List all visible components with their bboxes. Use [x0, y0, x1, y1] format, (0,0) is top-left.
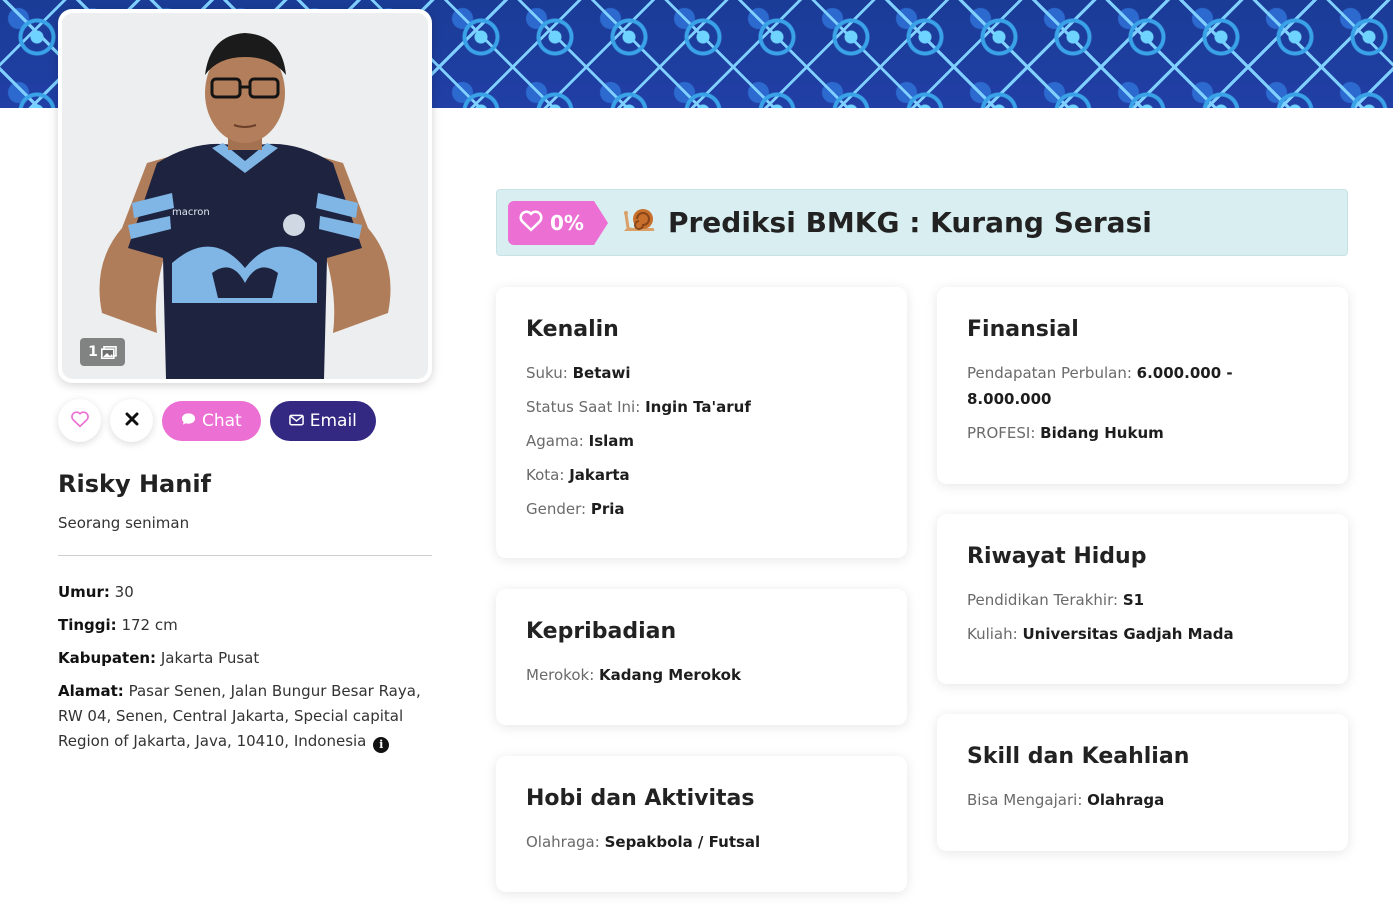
card-title: Riwayat Hidup [967, 544, 1147, 569]
match-badge: 0% [508, 200, 608, 245]
field-value: Ingin Ta'aruf [645, 398, 751, 416]
field-label: Olahraga: [526, 833, 600, 851]
field-value: Bidang Hukum [1040, 424, 1164, 442]
detail-height: Tinggi: 172 cm [58, 613, 438, 638]
field-pendapatan: Pendapatan Perbulan: 6.000.000 - 8.000.0… [967, 360, 1267, 412]
field-label: Merokok: [526, 666, 595, 684]
profile-tagline: Seorang seniman [58, 514, 190, 532]
card-title: Kenalin [526, 317, 619, 342]
photo-count: 1 [88, 344, 98, 360]
card-kenalin: Kenalin Suku: Betawi Status Saat Ini: In… [496, 287, 907, 558]
profile-name: Risky Hanif [58, 470, 211, 498]
heart-icon [70, 410, 90, 432]
detail-label: Umur: [58, 583, 110, 601]
detail-value: 30 [114, 583, 134, 601]
detail-age: Umur: 30 [58, 580, 438, 605]
card-title: Skill dan Keahlian [967, 744, 1190, 769]
field-merokok: Merokok: Kadang Merokok [526, 662, 877, 688]
card-hobi: Hobi dan Aktivitas Olahraga: Sepakbola /… [496, 756, 907, 892]
field-status: Status Saat Ini: Ingin Ta'aruf [526, 394, 877, 420]
divider [58, 555, 432, 556]
email-label: Email [309, 410, 357, 431]
card-title: Kepribadian [526, 619, 677, 644]
field-profesi: PROFESI: Bidang Hukum [967, 420, 1318, 446]
profile-photo[interactable]: macron 1 [62, 13, 428, 379]
like-button[interactable] [58, 399, 101, 442]
card-skill: Skill dan Keahlian Bisa Mengajari: Olahr… [937, 714, 1348, 851]
field-kuliah: Kuliah: Universitas Gadjah Mada [967, 621, 1318, 647]
field-pendidikan: Pendidikan Terakhir: S1 [967, 587, 1318, 613]
field-value: Olahraga [1087, 791, 1165, 809]
field-kota: Kota: Jakarta [526, 462, 877, 488]
field-gender: Gender: Pria [526, 496, 877, 522]
chat-icon [181, 411, 196, 431]
field-label: Suku: [526, 364, 568, 382]
detail-label: Kabupaten: [58, 649, 157, 667]
detail-address: Alamat: Pasar Senen, Jalan Bungur Besar … [58, 679, 438, 754]
detail-value: 172 cm [121, 616, 178, 634]
match-prediction-text: Prediksi BMKG : Kurang Serasi [667, 206, 1152, 239]
info-icon[interactable]: i [373, 736, 390, 753]
card-riwayat-hidup: Riwayat Hidup Pendidikan Terakhir: S1 Ku… [937, 514, 1348, 684]
field-value: Pria [590, 500, 625, 518]
field-label: PROFESI: [967, 424, 1036, 442]
field-mengajari: Bisa Mengajari: Olahraga [967, 787, 1318, 813]
card-kepribadian: Kepribadian Merokok: Kadang Merokok [496, 589, 907, 725]
detail-regency: Kabupaten: Jakarta Pusat [58, 646, 438, 671]
field-label: Gender: [526, 500, 587, 518]
card-finansial: Finansial Pendapatan Perbulan: 6.000.000… [937, 287, 1348, 484]
email-button[interactable]: Email [269, 400, 376, 441]
field-label: Status Saat Ini: [526, 398, 641, 416]
field-value: S1 [1122, 591, 1145, 609]
field-value: Betawi [572, 364, 631, 382]
svg-text:macron: macron [172, 207, 210, 218]
close-icon [125, 411, 139, 430]
photo-count-badge[interactable]: 1 [80, 338, 125, 366]
dismiss-button[interactable] [110, 399, 153, 442]
card-title: Finansial [967, 317, 1079, 342]
field-label: Kota: [526, 466, 565, 484]
field-value: Universitas Gadjah Mada [1022, 625, 1234, 643]
profile-actions: Chat Email [58, 399, 376, 442]
heart-icon [518, 209, 544, 237]
profile-photo-card[interactable]: macron 1 [58, 9, 432, 383]
match-percent: 0% [550, 210, 584, 235]
envelope-icon [288, 411, 304, 431]
field-label: Pendapatan Perbulan: [967, 364, 1132, 382]
gallery-icon [100, 345, 117, 359]
field-label: Bisa Mengajari: [967, 791, 1083, 809]
card-title: Hobi dan Aktivitas [526, 786, 755, 811]
field-value: Sepakbola / Futsal [604, 833, 761, 851]
detail-label: Tinggi: [58, 616, 117, 634]
field-label: Kuliah: [967, 625, 1018, 643]
match-prediction: Prediksi BMKG : Kurang Serasi [622, 204, 1152, 241]
field-label: Pendidikan Terakhir: [967, 591, 1119, 609]
match-prediction-bar: 0% Prediksi BMKG : Kurang Serasi [496, 189, 1348, 256]
field-value: Islam [588, 432, 635, 450]
chat-button[interactable]: Chat [162, 400, 261, 441]
field-suku: Suku: Betawi [526, 360, 877, 386]
field-value: Kadang Merokok [599, 666, 741, 684]
detail-value: Jakarta Pusat [160, 649, 260, 667]
chat-label: Chat [202, 410, 242, 431]
field-value: Jakarta [569, 466, 630, 484]
snail-icon [622, 204, 656, 241]
field-agama: Agama: Islam [526, 428, 877, 454]
detail-label: Alamat: [58, 682, 124, 700]
profile-details: Umur: 30 Tinggi: 172 cm Kabupaten: Jakar… [58, 580, 438, 762]
field-olahraga: Olahraga: Sepakbola / Futsal [526, 829, 877, 855]
field-label: Agama: [526, 432, 584, 450]
